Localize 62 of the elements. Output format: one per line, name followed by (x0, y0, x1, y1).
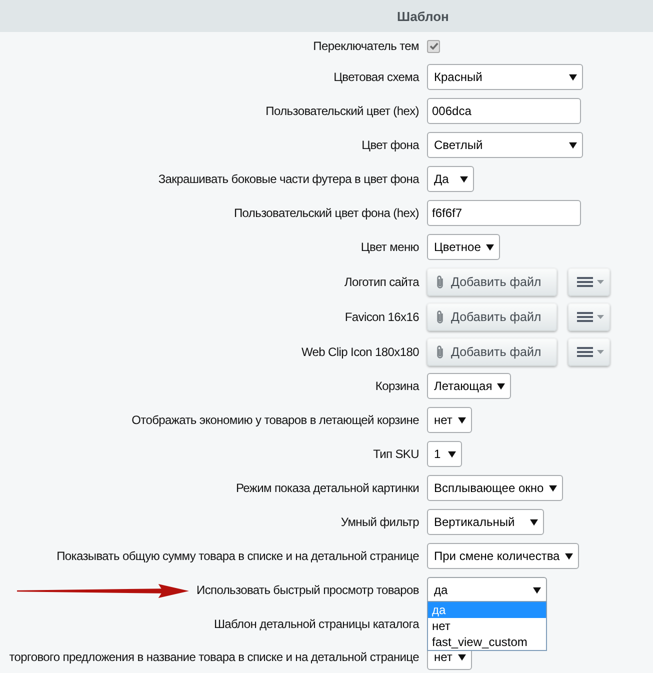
field-label: торгового предложения в название товара в списке и на детальной странице (9, 649, 419, 665)
caret-icon (458, 416, 466, 424)
field-label: Отображать экономию у товаров в летающей корзине (132, 412, 419, 428)
text-field[interactable]: f6f6f7 (427, 200, 581, 226)
dropdown[interactable]: Светлый (427, 132, 583, 158)
text-field[interactable]: 006dca (427, 98, 581, 124)
field-label: Цветовая схема (334, 69, 419, 85)
dropdown[interactable]: нет (427, 407, 472, 433)
caret-icon (486, 244, 494, 250)
caret-icon (530, 518, 538, 526)
dropdown[interactable]: Цветное (427, 234, 500, 260)
dropdown[interactable]: Вертикальный (427, 509, 544, 535)
caret-icon (497, 382, 506, 390)
checkbox[interactable] (427, 40, 440, 52)
field-label: Показывать общую сумму товара в списке и на детальной странице (56, 548, 419, 564)
field-label: Использовать быстрый просмотр товаров (196, 582, 419, 598)
field-label: Закрашивать боковые части футера в цвет фона (158, 171, 419, 187)
field-label: Пользовательский цвет (hex) (266, 103, 419, 119)
section-title: Шаблон (397, 8, 449, 24)
caret-icon (533, 586, 541, 594)
caret-icon (569, 142, 577, 148)
field-label: Тип SKU (373, 446, 419, 462)
dropdown[interactable]: Красный (427, 64, 583, 90)
field-label: Favicon 16x16 (344, 308, 419, 324)
dropdown[interactable]: Да (427, 166, 474, 192)
dropdown[interactable]: Летающая (427, 373, 512, 399)
dropdown[interactable]: Всплывающее окно (427, 475, 563, 501)
field-label: Цвет меню (360, 239, 419, 255)
menu-icon (577, 346, 593, 356)
field-label: Пользовательский цвет фона (hex) (234, 205, 419, 221)
menu-button[interactable] (568, 338, 610, 366)
add-file-button[interactable]: Добавить файл (427, 302, 557, 330)
dropdown[interactable]: да (427, 577, 547, 603)
menu-button[interactable] (568, 302, 610, 330)
dropdown[interactable]: При смене количества (427, 543, 579, 569)
caret-icon (597, 314, 604, 318)
menu-icon (577, 276, 593, 286)
caret-icon (569, 74, 577, 80)
caret-icon (448, 450, 456, 458)
caret-icon (597, 350, 604, 354)
field-label: Логотип сайта (344, 274, 419, 290)
caret-icon (460, 176, 468, 182)
caret-icon (564, 552, 573, 560)
field-label: Режим показа детальной картинки (236, 480, 419, 496)
paperclip-icon (436, 344, 444, 358)
add-file-button[interactable]: Добавить файл (427, 338, 557, 366)
paperclip-icon (436, 274, 444, 288)
field-label: Цвет фона (362, 137, 419, 153)
caret-icon (458, 654, 466, 660)
field-label: Web Clip Icon 180x180 (301, 344, 419, 360)
add-file-button[interactable]: Добавить файл (427, 268, 557, 296)
paperclip-icon (436, 310, 444, 324)
field-label: Корзина (375, 378, 419, 394)
caret-icon (597, 280, 604, 284)
dropdown-option[interactable]: нет (428, 618, 546, 634)
menu-button[interactable] (568, 268, 610, 296)
dropdown[interactable]: 1 (427, 441, 462, 467)
caret-icon (548, 484, 557, 492)
field-label: Умный фильтр (340, 514, 419, 530)
field-label: Шаблон детальной страницы каталога (214, 616, 419, 632)
menu-icon (577, 312, 593, 322)
field-label: Переключатель тем (313, 38, 419, 54)
